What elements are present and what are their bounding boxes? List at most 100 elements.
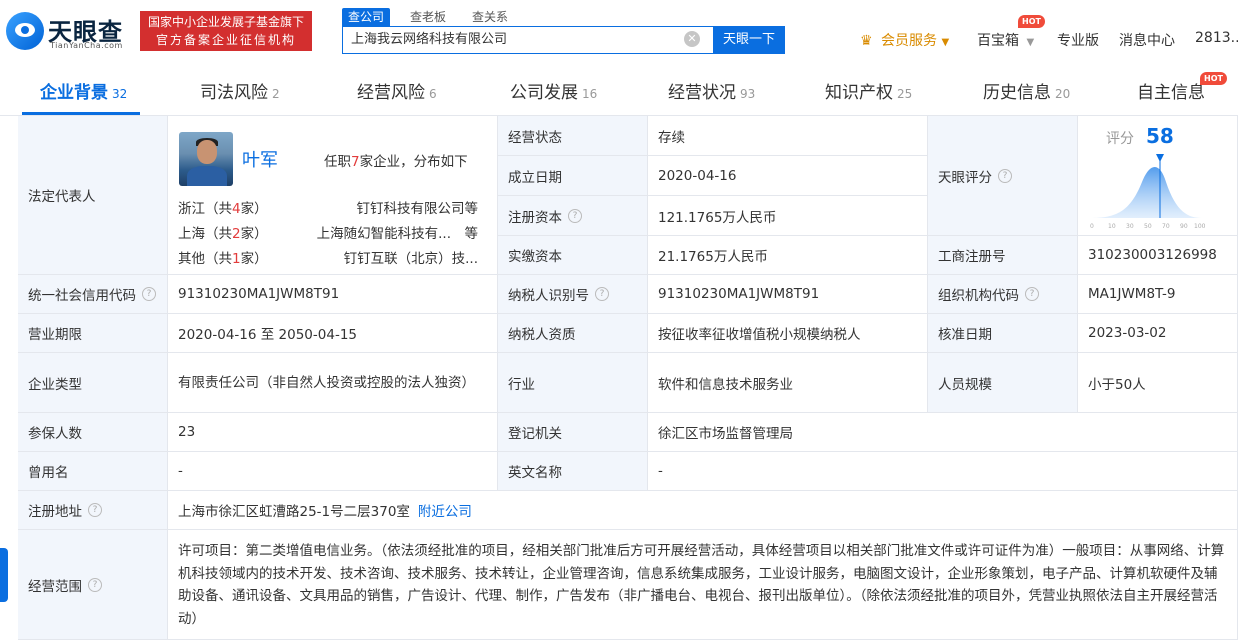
taxpayer-id-text: 纳税人识别号: [508, 288, 589, 304]
message-center-link[interactable]: 消息中心: [1119, 30, 1175, 50]
user-account[interactable]: 2813...: [1195, 30, 1238, 46]
region-suffix: 家）: [240, 251, 268, 267]
scope-value: 许可项目：第二类增值电信业务。（依法须经批准的项目，经相关部门批准后方可开展经营…: [178, 543, 1225, 627]
floating-side-tab[interactable]: [0, 548, 8, 602]
status-label: 经营状态: [498, 116, 648, 156]
legal-rep-name[interactable]: 叶军: [242, 146, 278, 172]
top-header: 天眼查 TianYanCha.com 国家中小企业发展子基金旗下 官方备案企业征…: [0, 0, 1238, 64]
org-code-value: MA1JWM8T-9: [1078, 275, 1238, 314]
hot-badge: HOT: [1200, 72, 1227, 85]
tab-count: 20: [1055, 87, 1071, 101]
badge-line-2: 官方备案企业征信机构: [155, 33, 296, 47]
legal-rep-summary: 任职7家企业，分布如下: [324, 150, 468, 170]
chevron-down-icon: ▼: [1026, 37, 1035, 48]
help-icon[interactable]: ?: [998, 168, 1012, 183]
rep-region-row[interactable]: 浙江（共4家） 钉钉科技有限公司等: [178, 197, 478, 217]
industry-label: 行业: [498, 353, 648, 413]
tab-search-boss[interactable]: 查老板: [404, 8, 452, 26]
hot-badge: HOT: [1018, 15, 1045, 28]
clear-icon[interactable]: ✕: [684, 31, 700, 47]
address-label: 注册地址?: [18, 491, 168, 530]
tab-count: 32: [112, 87, 128, 101]
tab-label: 自主信息: [1137, 83, 1205, 103]
tianyan-score-cell[interactable]: [1078, 116, 1238, 236]
avatar-face: [197, 140, 217, 164]
tianyancha-logo[interactable]: 天眼查 TianYanCha.com: [6, 12, 134, 52]
tab-history[interactable]: 历史信息 20: [983, 78, 1070, 103]
found-date-label: 成立日期: [498, 156, 648, 196]
help-icon[interactable]: ?: [88, 577, 102, 592]
help-icon[interactable]: ?: [142, 287, 156, 301]
region-name: 上海（共: [178, 226, 232, 242]
help-icon[interactable]: ?: [1025, 287, 1039, 301]
tab-label: 司法风险: [200, 83, 268, 103]
scope-label-text: 经营范围: [28, 578, 82, 595]
help-icon[interactable]: ?: [88, 503, 102, 517]
taxpayer-qual-value: 按征收率征收增值税小规模纳税人: [648, 314, 928, 353]
address-value: 上海市徐汇区虹漕路25-1号二层370室: [178, 504, 410, 520]
reg-capital-value: 121.1765万人民币: [648, 196, 928, 236]
region-count: 4: [232, 201, 241, 217]
vip-label: 会员服务: [881, 33, 938, 49]
org-code-text: 组织机构代码: [938, 288, 1019, 304]
legal-rep-details: 叶军 任职7家企业，分布如下 浙江（共4家） 钉钉科技有限公司等 上海（共2家）上…: [18, 116, 498, 276]
reg-capital-text: 注册资本: [508, 209, 562, 226]
tab-company-development[interactable]: 公司发展 16: [510, 78, 597, 103]
former-name-label: 曾用名: [18, 452, 168, 491]
search-type-tabs: 查公司 查老板 查关系: [342, 8, 528, 26]
credit-code-label: 统一社会信用代码?: [18, 275, 168, 314]
credit-code-value: 91310230MA1JWM8T91: [168, 275, 498, 314]
tab-intellectual-property[interactable]: 知识产权 25: [825, 78, 912, 103]
tab-label: 知识产权: [825, 83, 893, 103]
org-code-label: 组织机构代码?: [928, 275, 1078, 314]
staff-size-value: 小于50人: [1078, 353, 1238, 413]
reg-capital-label: 注册资本?: [498, 196, 648, 236]
pro-link[interactable]: 专业版: [1057, 30, 1099, 50]
region-suffix: 家）: [240, 226, 268, 242]
authority-value: 徐汇区市场监督管理局: [648, 413, 1238, 452]
tab-self-info[interactable]: 自主信息: [1137, 78, 1205, 103]
help-icon[interactable]: ?: [595, 287, 609, 301]
vip-service-menu[interactable]: ♛ 会员服务 ▼: [860, 30, 949, 50]
tab-enterprise-background[interactable]: 企业背景 32: [40, 78, 127, 103]
insured-label: 参保人数: [18, 413, 168, 452]
address-cell: 上海市徐汇区虹漕路25-1号二层370室 附近公司: [168, 491, 1238, 530]
section-tabs: 企业背景 32 司法风险 2 经营风险 6 公司发展 16 经营状况 93 知识产权 25 …: [0, 64, 1238, 116]
tab-count: 25: [897, 87, 913, 101]
region-count: 2: [232, 226, 241, 242]
baobao-label: 百宝箱: [977, 33, 1019, 49]
active-tab-indicator: [22, 112, 140, 115]
summary-prefix: 任职: [324, 154, 351, 170]
authority-label: 登记机关: [498, 413, 648, 452]
search-input[interactable]: 上海我云网络科技有限公司: [342, 26, 714, 54]
score-label-text: 天眼评分: [938, 169, 992, 186]
tab-search-company[interactable]: 查公司: [342, 8, 391, 26]
badge-line-1: 国家中小企业发展子基金旗下: [147, 15, 304, 29]
help-icon[interactable]: ?: [568, 208, 582, 223]
english-name-label: 英文名称: [498, 452, 648, 491]
tab-search-relation[interactable]: 查关系: [466, 8, 514, 26]
chevron-down-icon: ▼: [941, 37, 950, 48]
official-badge: 国家中小企业发展子基金旗下 官方备案企业征信机构: [140, 11, 312, 51]
taxpayer-qual-label: 纳税人资质: [498, 314, 648, 353]
term-label: 营业期限: [18, 314, 168, 353]
region-company: 钉钉互联（北京）技...: [343, 251, 478, 267]
tab-business-risk[interactable]: 经营风险 6: [357, 78, 437, 103]
region-name: 其他（共: [178, 251, 232, 267]
logo-subtext: TianYanCha.com: [50, 41, 123, 50]
tab-operation-status[interactable]: 经营状况 93: [668, 78, 755, 103]
scope-label: 经营范围?: [18, 530, 168, 640]
former-name-value: -: [168, 452, 498, 491]
nearby-companies-link[interactable]: 附近公司: [418, 500, 472, 520]
rep-region-row[interactable]: 上海（共2家） 上海随幻智能科技有... 等: [178, 222, 478, 242]
tab-judicial-risk[interactable]: 司法风险 2: [200, 78, 280, 103]
baobao-menu[interactable]: 百宝箱 ▼: [977, 30, 1034, 50]
rep-region-row[interactable]: 其他（共1家） 钉钉互联（北京）技...: [178, 247, 478, 267]
eye-logo-icon: [6, 12, 44, 50]
paid-capital-value: 21.1765万人民币: [648, 236, 928, 275]
industry-value: 软件和信息技术服务业: [648, 353, 928, 413]
search-button[interactable]: 天眼一下: [713, 26, 785, 54]
approve-date-label: 核准日期: [928, 314, 1078, 353]
avatar[interactable]: [179, 132, 233, 186]
region-company: 上海随幻智能科技有... 等: [316, 226, 478, 242]
